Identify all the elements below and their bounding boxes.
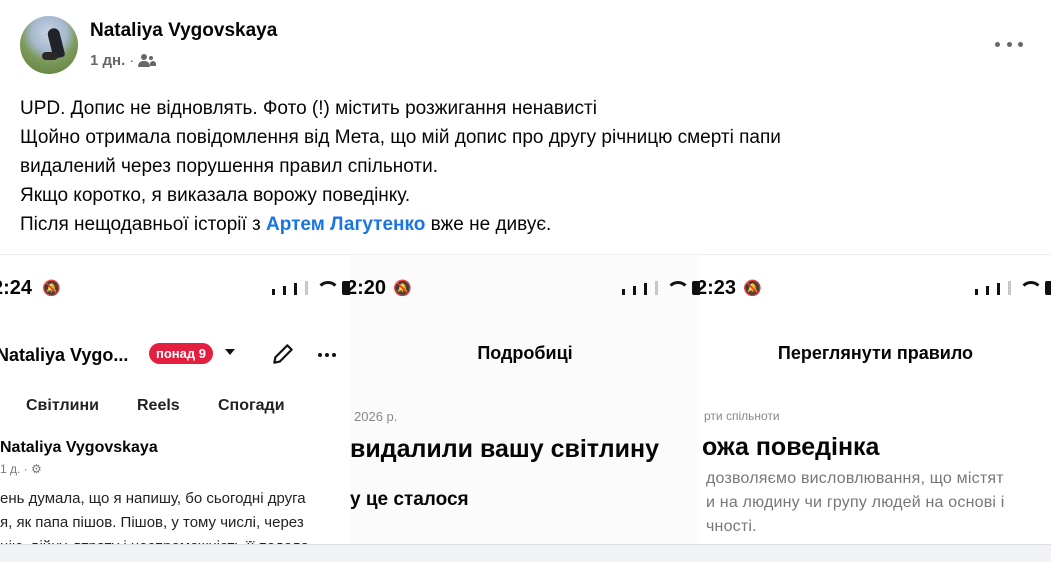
avatar[interactable] xyxy=(20,16,78,74)
status-icons xyxy=(622,281,700,295)
rule-heading: ожа поведінка xyxy=(702,433,880,461)
status-bar: 2:20 🔕 xyxy=(350,277,700,305)
avatar-dog xyxy=(42,52,58,60)
battery-icon xyxy=(1045,281,1051,295)
details-subheading: у це сталося xyxy=(350,489,469,510)
post-line: Щойно отримала повідомлення від Мета, що… xyxy=(20,127,781,148)
post-text: UPD. Допис не відновлять. Фото (!) місти… xyxy=(20,94,1030,239)
rule-line: дозволяємо висловлювання, що містят xyxy=(706,470,1004,487)
battery-icon xyxy=(692,281,700,295)
details-title: Подробиці xyxy=(477,343,573,363)
mute-bell-icon: 🔕 xyxy=(393,280,412,297)
photo-collage[interactable]: 2:24 🔕 Nataliya Vygo... понад 9 Світлини… xyxy=(0,254,1051,562)
wifi-icon xyxy=(666,281,690,295)
settings-icon: ⚙ xyxy=(31,462,42,476)
author-name[interactable]: Nataliya Vygovskaya xyxy=(90,20,277,42)
status-time: 2:24 xyxy=(0,277,33,299)
rule-title: Переглянути правило xyxy=(777,343,974,363)
post-divider xyxy=(0,544,1051,562)
friends-icon xyxy=(138,53,157,68)
post-line-last: Після нещодавньої історії з Артем Лагуте… xyxy=(20,210,1030,239)
chevron-down-icon[interactable] xyxy=(225,349,235,355)
rule-line: и на людину чи групу людей на основі і xyxy=(706,494,1005,511)
embedded-line: ень думала, що я напишу, бо сьогодні дру… xyxy=(0,490,306,507)
profile-header: Nataliya Vygo... понад 9 xyxy=(0,343,350,373)
post-line-text: вже не дивує. xyxy=(425,214,552,235)
mute-bell-icon: 🔕 xyxy=(743,280,762,297)
mention-link[interactable]: Артем Лагутенко xyxy=(266,214,425,235)
screenshot-details[interactable]: 2:20 🔕 Подробиці 2026 р. видалили вашу с… xyxy=(350,254,700,544)
status-bar: 2:24 🔕 xyxy=(0,277,350,305)
battery-icon xyxy=(342,281,350,295)
meta-separator: · xyxy=(129,52,135,69)
profile-name[interactable]: Nataliya Vygo... xyxy=(0,345,128,366)
post-line: Якщо коротко, я виказала ворожу поведінк… xyxy=(20,185,411,206)
post-header: Nataliya Vygovskaya 1 дн. · xyxy=(20,16,1035,78)
wifi-icon xyxy=(1019,281,1043,295)
status-icons xyxy=(975,281,1051,295)
screenshot-rule[interactable]: 2:23 🔕 Переглянути правило рти спільноти… xyxy=(700,254,1051,544)
status-time: 2:20 xyxy=(350,277,387,299)
rule-line: чності. xyxy=(706,518,757,535)
details-heading: видалили вашу світлину xyxy=(350,435,659,463)
mute-bell-icon: 🔕 xyxy=(42,280,61,297)
profile-tabs: Світлини Reels Спогади xyxy=(0,397,350,423)
embedded-line: цію, війну, втрату і неспроможність її п… xyxy=(0,535,309,544)
details-date: 2026 р. xyxy=(354,409,398,424)
notification-badge[interactable]: понад 9 xyxy=(149,343,213,364)
rule-text: дозволяємо висловлювання, що містят и на… xyxy=(706,467,1005,539)
rule-category: рти спільноти xyxy=(704,409,780,423)
embedded-line: я, як папа пішов. Пішов, у тому числі, ч… xyxy=(0,514,304,531)
embedded-author: Nataliya Vygovskaya xyxy=(0,439,158,456)
more-icon[interactable] xyxy=(318,353,336,357)
post-line: UPD. Допис не відновлять. Фото (!) місти… xyxy=(20,98,597,119)
embedded-time: 1 д. · xyxy=(0,462,28,476)
tab-reels[interactable]: Reels xyxy=(137,397,180,415)
post-line: видалений через порушення правил спільно… xyxy=(20,156,438,177)
pencil-icon[interactable] xyxy=(270,341,296,367)
wifi-icon xyxy=(316,281,340,295)
more-options-icon[interactable] xyxy=(995,34,1023,54)
embedded-meta: 1 д. · ⚙ xyxy=(0,462,42,476)
screenshot-profile[interactable]: 2:24 🔕 Nataliya Vygo... понад 9 Світлини… xyxy=(0,254,350,544)
embedded-text: ень думала, що я напишу, бо сьогодні дру… xyxy=(0,487,309,544)
status-icons xyxy=(272,281,350,295)
post-meta: 1 дн. · xyxy=(90,52,157,69)
status-time: 2:23 xyxy=(700,277,737,299)
tab-memories[interactable]: Спогади xyxy=(218,397,285,415)
post-line-text: Після нещодавньої історії з xyxy=(20,214,267,235)
post-time[interactable]: 1 дн. xyxy=(90,52,125,69)
tab-photos[interactable]: Світлини xyxy=(26,397,99,415)
status-bar: 2:23 🔕 xyxy=(700,277,1051,305)
